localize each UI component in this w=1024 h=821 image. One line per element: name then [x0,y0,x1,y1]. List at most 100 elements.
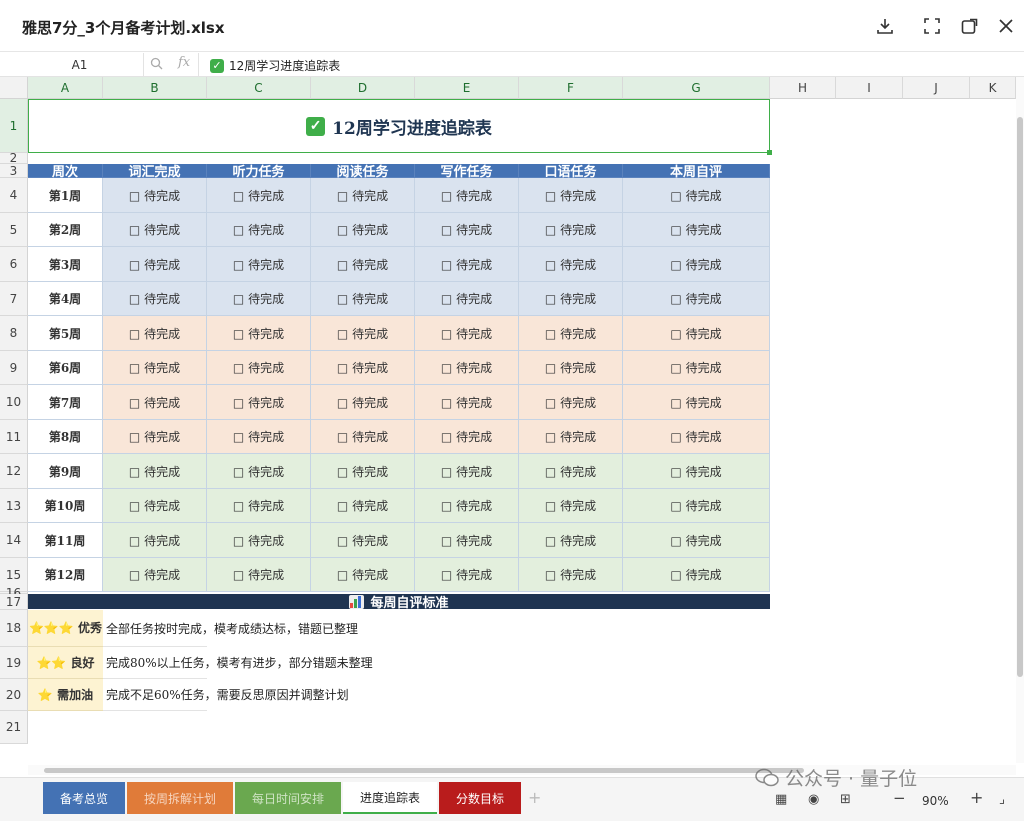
task-status-cell[interactable]: □ 待完成 [103,523,207,558]
row-header-10[interactable]: 10 [0,385,28,420]
task-status-cell[interactable]: □ 待完成 [311,489,415,523]
task-status-cell[interactable]: □ 待完成 [415,351,519,385]
download-icon[interactable] [873,14,897,38]
task-status-cell[interactable]: □ 待完成 [415,282,519,316]
task-status-cell[interactable]: □ 待完成 [519,523,623,558]
task-status-cell[interactable]: □ 待完成 [207,558,311,592]
task-status-cell[interactable]: □ 待完成 [103,489,207,523]
task-status-cell[interactable]: □ 待完成 [415,213,519,247]
task-status-cell[interactable]: □ 待完成 [311,213,415,247]
task-status-cell[interactable]: □ 待完成 [311,178,415,213]
column-header-k[interactable]: K [970,77,1016,99]
task-status-cell[interactable]: □ 待完成 [207,213,311,247]
task-status-cell[interactable]: □ 待完成 [207,316,311,351]
task-status-cell[interactable]: □ 待完成 [519,558,623,592]
row-header-14[interactable]: 14 [0,523,28,558]
task-status-cell[interactable]: □ 待完成 [519,316,623,351]
select-all-corner[interactable] [0,77,28,99]
column-header-b[interactable]: B [103,77,207,99]
task-status-cell[interactable]: □ 待完成 [519,385,623,420]
external-window-icon[interactable] [957,14,981,38]
task-status-cell[interactable]: □ 待完成 [207,385,311,420]
task-status-cell[interactable]: □ 待完成 [103,351,207,385]
task-status-cell[interactable]: □ 待完成 [623,523,770,558]
row-header-6[interactable]: 6 [0,247,28,282]
task-status-cell[interactable]: □ 待完成 [103,558,207,592]
task-status-cell[interactable]: □ 待完成 [311,454,415,489]
task-status-cell[interactable]: □ 待完成 [207,178,311,213]
task-status-cell[interactable]: □ 待完成 [623,420,770,454]
row-header-18[interactable]: 18 [0,610,28,647]
task-status-cell[interactable]: □ 待完成 [415,558,519,592]
task-status-cell[interactable]: □ 待完成 [103,385,207,420]
task-status-cell[interactable]: □ 待完成 [207,454,311,489]
fit-screen-icon[interactable]: ⌟ [999,792,1005,807]
task-status-cell[interactable]: □ 待完成 [311,282,415,316]
zoom-level[interactable]: 90% [922,794,949,808]
task-status-cell[interactable]: □ 待完成 [415,178,519,213]
task-status-cell[interactable]: □ 待完成 [623,213,770,247]
column-header-h[interactable]: H [770,77,836,99]
sync-status-icon[interactable]: ◉ [808,792,819,807]
task-status-cell[interactable]: □ 待完成 [207,489,311,523]
task-status-cell[interactable]: □ 待完成 [623,282,770,316]
task-status-cell[interactable]: □ 待完成 [623,316,770,351]
task-status-cell[interactable]: □ 待完成 [623,558,770,592]
row-header-17[interactable]: 17 [0,594,28,610]
spreadsheet-grid[interactable]: A B C D E F G H I J K 1 2 3 4 5 6 7 8 9 10 11 12 13 14 15 16 17 18 19… [0,77,1016,763]
task-status-cell[interactable]: □ 待完成 [623,247,770,282]
task-status-cell[interactable]: □ 待完成 [519,420,623,454]
row-header-8[interactable]: 8 [0,316,28,351]
zoom-in-button[interactable]: + [970,788,983,807]
fullscreen-icon[interactable] [920,14,944,38]
task-status-cell[interactable]: □ 待完成 [103,316,207,351]
row-header-20[interactable]: 20 [0,679,28,711]
task-status-cell[interactable]: □ 待完成 [519,282,623,316]
row-header-4[interactable]: 4 [0,178,28,213]
task-status-cell[interactable]: □ 待完成 [623,351,770,385]
task-status-cell[interactable]: □ 待完成 [311,385,415,420]
task-status-cell[interactable]: □ 待完成 [311,558,415,592]
task-status-cell[interactable]: □ 待完成 [103,247,207,282]
column-header-c[interactable]: C [207,77,311,99]
column-header-i[interactable]: I [836,77,903,99]
task-status-cell[interactable]: □ 待完成 [623,454,770,489]
vertical-scrollbar[interactable] [1016,77,1024,763]
sheet-title-cell[interactable]: ✓ 12周学习进度追踪表 [28,99,770,153]
zoom-out-button[interactable]: − [893,789,906,807]
task-status-cell[interactable]: □ 待完成 [311,247,415,282]
close-icon[interactable] [994,14,1018,38]
task-status-cell[interactable]: □ 待完成 [519,489,623,523]
task-status-cell[interactable]: □ 待完成 [415,523,519,558]
name-box[interactable]: A1 [16,53,144,77]
column-header-f[interactable]: F [519,77,623,99]
task-status-cell[interactable]: □ 待完成 [415,489,519,523]
zoom-search-icon[interactable] [150,57,163,73]
task-status-cell[interactable]: □ 待完成 [103,178,207,213]
task-status-cell[interactable]: □ 待完成 [415,385,519,420]
task-status-cell[interactable]: □ 待完成 [311,351,415,385]
add-sheet-icon[interactable]: + [528,788,541,807]
vertical-scroll-thumb[interactable] [1017,117,1023,677]
task-status-cell[interactable]: □ 待完成 [207,351,311,385]
task-status-cell[interactable]: □ 待完成 [519,247,623,282]
row-header-13[interactable]: 13 [0,489,28,523]
sheet-tab-daily-schedule[interactable]: 每日时间安排 [235,782,341,814]
row-header-11[interactable]: 11 [0,420,28,454]
task-status-cell[interactable]: □ 待完成 [519,454,623,489]
grid-view-icon[interactable]: ⊞ [840,792,851,807]
task-status-cell[interactable]: □ 待完成 [519,178,623,213]
task-status-cell[interactable]: □ 待完成 [311,316,415,351]
column-header-g[interactable]: G [623,77,770,99]
column-header-e[interactable]: E [415,77,519,99]
selection-fill-handle[interactable] [767,150,772,155]
sheet-tab-score-target[interactable]: 分数目标 [439,782,521,814]
task-status-cell[interactable]: □ 待完成 [103,282,207,316]
task-status-cell[interactable]: □ 待完成 [623,385,770,420]
task-status-cell[interactable]: □ 待完成 [207,247,311,282]
task-status-cell[interactable]: □ 待完成 [623,489,770,523]
row-header-2[interactable]: 2 [0,151,28,165]
row-header-7[interactable]: 7 [0,282,28,316]
row-header-1[interactable]: 1 [0,99,28,153]
task-status-cell[interactable]: □ 待完成 [519,213,623,247]
